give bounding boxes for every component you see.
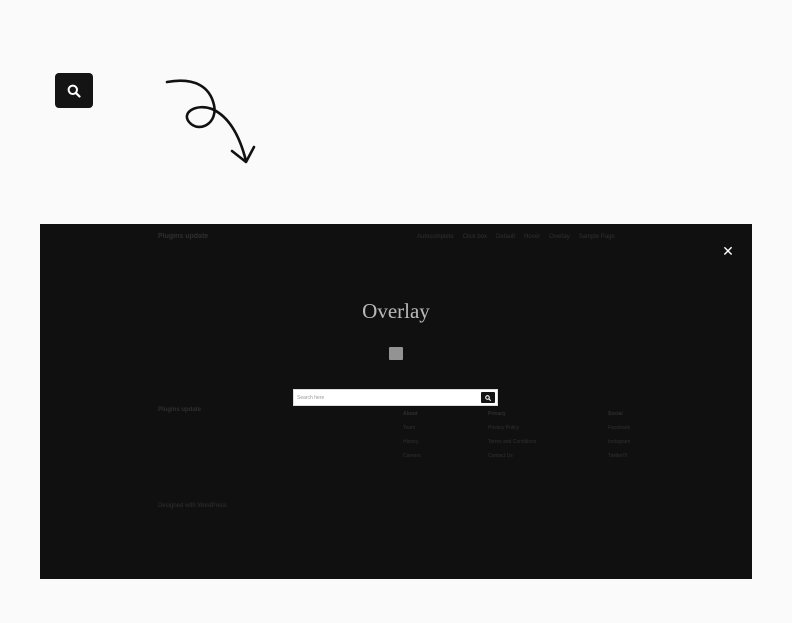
footer-col-privacy: Privacy Privacy Policy Terms and Conditi… [488, 407, 536, 463]
hero-title: Overlay [362, 299, 430, 323]
search-button[interactable] [55, 73, 93, 108]
nav-item-sample-page[interactable]: Sample Page [579, 234, 615, 240]
footer-col-social: Social Facebook Instagram Twitter/X [608, 407, 630, 463]
overlay-search-form [293, 389, 498, 406]
footer-heading: About [403, 411, 418, 417]
footer-link[interactable]: Terms and Conditions [488, 435, 536, 449]
footer-heading: Privacy [488, 411, 506, 417]
footer-link[interactable]: Team [403, 421, 421, 435]
overlay-search-submit[interactable] [481, 392, 495, 403]
nav-item-default[interactable]: Default [496, 234, 515, 240]
footer-col-about: About Team History Careers [403, 407, 421, 463]
nav-item-hover[interactable]: Hover [524, 234, 540, 240]
search-icon [485, 394, 491, 401]
close-button[interactable]: ✕ [719, 242, 737, 260]
powered-link[interactable]: WordPress [197, 503, 227, 509]
footer-link[interactable]: Twitter/X [608, 449, 630, 463]
powered-by: Designed with WordPress [158, 503, 227, 509]
footer-link[interactable]: History [403, 435, 421, 449]
overlay-search-input[interactable] [297, 392, 477, 403]
overlay-preview: Plugins update Autocomplete Click box De… [40, 224, 752, 579]
curly-arrow-icon [165, 79, 256, 164]
search-icon [67, 84, 81, 98]
footer-link[interactable]: Privacy Policy [488, 421, 536, 435]
footer-brand: Plugins update [158, 407, 202, 413]
hero-search-button [389, 347, 403, 360]
nav-item-overlay[interactable]: Overlay [549, 234, 570, 240]
footer-link[interactable]: Facebook [608, 421, 630, 435]
footer-link[interactable]: Careers [403, 449, 421, 463]
nav-item-click-box[interactable]: Click box [463, 234, 487, 240]
footer-link[interactable]: Instagram [608, 435, 630, 449]
footer-heading: Social [608, 411, 623, 417]
close-icon: ✕ [722, 243, 734, 259]
footer-link[interactable]: Contact Us [488, 449, 536, 463]
powered-prefix: Designed with [158, 503, 196, 509]
nav-item-autocomplete[interactable]: Autocomplete [417, 234, 454, 240]
site-nav: Autocomplete Click box Default Hover Ove… [417, 234, 615, 240]
site-title: Plugins update [158, 233, 209, 240]
